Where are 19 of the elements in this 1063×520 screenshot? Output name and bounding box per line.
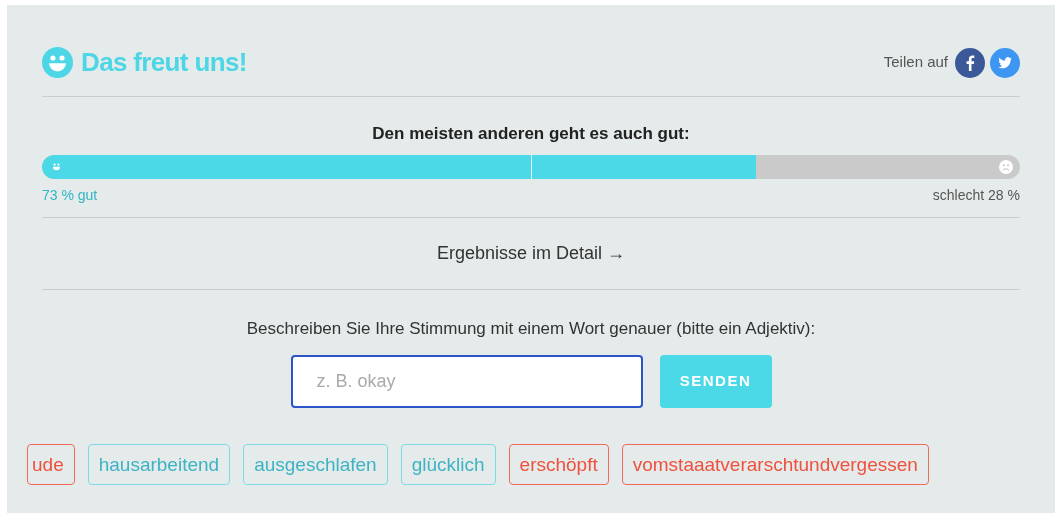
mood-tag[interactable]: erschöpft bbox=[508, 444, 609, 485]
bad-percentage: schlecht 28 % bbox=[932, 185, 1020, 205]
share-label: Teilen auf bbox=[883, 52, 948, 73]
mood-prompt: Beschreiben Sie Ihre Stimmung mit einem Wort genauer (bitte ein Adjektiv): bbox=[245, 317, 817, 340]
mood-input[interactable]: z. B. okay bbox=[290, 355, 643, 408]
mood-tag[interactable]: glücklich bbox=[400, 444, 496, 485]
mood-tag[interactable]: vomstaaatverarschtundvergessen bbox=[621, 444, 929, 485]
mood-tag[interactable]: hausarbeitend bbox=[87, 444, 231, 485]
mood-tag[interactable]: ude bbox=[27, 444, 75, 485]
mood-tag[interactable]: ausgeschlafen bbox=[243, 444, 388, 485]
twitter-icon[interactable] bbox=[990, 47, 1020, 78]
heading: Das freut uns! bbox=[81, 46, 247, 79]
good-percentage: 73 % gut bbox=[42, 185, 98, 205]
details-link[interactable]: Ergebnisse im Detail → bbox=[436, 239, 626, 267]
send-button[interactable]: SENDEN bbox=[659, 355, 772, 408]
smiley-icon bbox=[42, 47, 73, 78]
poll-title: Den meisten anderen geht es auch gut: bbox=[371, 123, 691, 145]
facebook-icon[interactable] bbox=[955, 47, 985, 78]
sad-face-icon bbox=[999, 159, 1013, 174]
